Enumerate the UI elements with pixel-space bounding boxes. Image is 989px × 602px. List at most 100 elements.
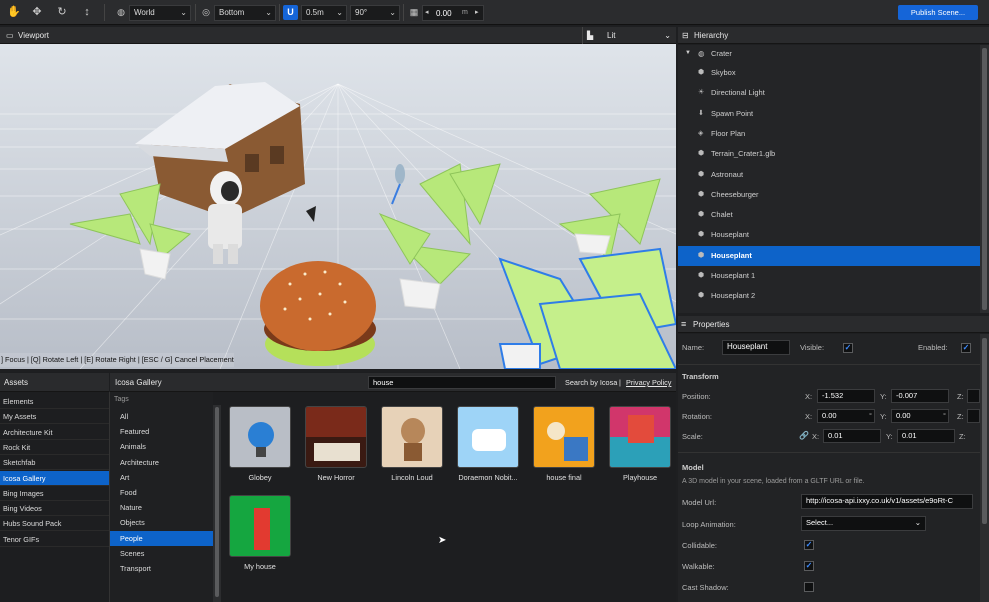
asset-thumbnail[interactable] bbox=[533, 406, 595, 468]
hierarchy-scrollbar[interactable] bbox=[980, 45, 989, 313]
asset-source-item[interactable]: Sketchfab bbox=[0, 455, 109, 471]
tag-item[interactable]: Animals bbox=[110, 439, 213, 454]
tag-item[interactable]: Transport bbox=[110, 561, 213, 576]
pan-icon[interactable]: ✋ bbox=[6, 4, 22, 20]
pivot-dropdown[interactable]: Bottom ⌄ bbox=[214, 5, 276, 21]
tag-item[interactable]: People bbox=[110, 530, 213, 546]
loop-animation-dropdown[interactable]: Select... ⌄ bbox=[801, 516, 926, 531]
render-mode-dropdown[interactable]: Lit ⌄ bbox=[603, 28, 675, 43]
properties-scrollbar[interactable] bbox=[980, 334, 989, 602]
tag-item[interactable]: Featured bbox=[110, 424, 213, 439]
render-mode-value: Lit bbox=[607, 31, 616, 40]
hierarchy-root[interactable]: ▼ ◍ Crater bbox=[678, 45, 980, 62]
asset-title[interactable]: Lincoln Loud bbox=[372, 473, 452, 482]
position-z-input[interactable] bbox=[967, 389, 980, 403]
viewport-hint: ] Focus | [Q] Rotate Left | [E] Rotate R… bbox=[0, 353, 234, 367]
asset-source-item[interactable]: Bing Videos bbox=[0, 501, 109, 517]
snap-distance-dropdown[interactable]: 0.5m ⌄ bbox=[301, 5, 347, 21]
walkable-checkbox[interactable]: ✓ bbox=[804, 561, 814, 571]
position-y-input[interactable]: -0.007 bbox=[891, 389, 949, 403]
rotation-x-input[interactable]: 0.00 ° bbox=[817, 409, 875, 423]
rotation-y-input[interactable]: 0.00 ° bbox=[891, 409, 949, 423]
hierarchy-item[interactable]: ⬢ Astronaut bbox=[678, 165, 980, 185]
snap-toggle-icon[interactable]: U bbox=[283, 5, 298, 20]
asset-search-input[interactable]: house bbox=[368, 376, 556, 389]
scale-y-input[interactable]: 0.01 bbox=[897, 429, 955, 443]
publish-button[interactable]: Publish Scene... bbox=[898, 5, 978, 20]
collidable-checkbox[interactable]: ✓ bbox=[804, 540, 814, 550]
hierarchy-item[interactable]: ⬢ Chalet bbox=[678, 205, 980, 225]
menu-icon: ≡ bbox=[681, 319, 687, 329]
scale-icon[interactable]: ↕ bbox=[79, 4, 95, 20]
hierarchy-item[interactable]: ☀ Directional Light bbox=[678, 83, 980, 103]
hierarchy-item[interactable]: ⬢ Houseplant bbox=[678, 245, 980, 266]
space-dropdown[interactable]: World ⌄ bbox=[129, 5, 191, 21]
asset-thumbnail[interactable] bbox=[609, 406, 671, 468]
tag-item[interactable]: All bbox=[110, 409, 213, 424]
asset-source-item[interactable]: Architecture Kit bbox=[0, 425, 109, 440]
asset-thumbnail[interactable] bbox=[381, 406, 443, 468]
scale-x-input[interactable]: 0.01 bbox=[823, 429, 881, 443]
cast-shadow-checkbox[interactable] bbox=[804, 582, 814, 592]
asset-title[interactable]: New Horror bbox=[296, 473, 376, 482]
asset-source-item[interactable]: Tenor GIFs bbox=[0, 532, 109, 547]
visible-checkbox[interactable]: ✓ bbox=[843, 343, 853, 353]
chevron-right-icon[interactable]: ▸ bbox=[475, 8, 479, 16]
viewport-header: ▭ Viewport ▙ Lit ⌄ bbox=[0, 27, 676, 44]
rotation-label: Rotation: bbox=[682, 412, 713, 421]
enabled-checkbox[interactable]: ✓ bbox=[961, 343, 971, 353]
hierarchy-item[interactable]: ⬢ Skybox bbox=[678, 63, 980, 83]
asset-title[interactable]: house final bbox=[524, 473, 604, 482]
tag-item[interactable]: Objects bbox=[110, 515, 213, 530]
tag-item[interactable]: Scenes bbox=[110, 546, 213, 561]
name-input[interactable]: Houseplant bbox=[722, 340, 790, 355]
asset-title[interactable]: Doraemon Nobit... bbox=[448, 473, 528, 482]
link-icon[interactable]: 🔗 bbox=[799, 431, 809, 440]
rotate-icon[interactable]: ↻ bbox=[54, 4, 70, 20]
asset-thumbnail[interactable] bbox=[305, 406, 367, 468]
chevron-left-icon[interactable]: ◂ bbox=[425, 8, 429, 16]
hierarchy-item[interactable]: ⬢ Houseplant bbox=[678, 225, 980, 245]
asset-source-item[interactable]: Icosa Gallery bbox=[0, 470, 109, 486]
asset-thumbnail[interactable] bbox=[229, 406, 291, 468]
grid-height-stepper[interactable]: ◂ 0.00 m ▸ bbox=[422, 5, 484, 21]
scroll-thumb[interactable] bbox=[215, 407, 219, 597]
rotation-z-input[interactable] bbox=[967, 409, 980, 423]
asset-title[interactable]: Globey bbox=[220, 473, 300, 482]
hierarchy-item[interactable]: ⬢ Terrain_Crater1.glb bbox=[678, 144, 980, 164]
hierarchy-item[interactable]: ⬇ Spawn Point bbox=[678, 104, 980, 124]
caret-down-icon[interactable]: ▼ bbox=[685, 45, 691, 62]
scroll-thumb[interactable] bbox=[982, 48, 987, 310]
asset-source-item[interactable]: My Assets bbox=[0, 409, 109, 425]
tags-scrollbar[interactable] bbox=[213, 405, 221, 602]
privacy-policy-link[interactable]: Privacy Policy bbox=[626, 374, 671, 391]
asset-thumbnail[interactable] bbox=[457, 406, 519, 468]
hierarchy-item-label: Houseplant bbox=[711, 230, 749, 240]
tag-item[interactable]: Architecture bbox=[110, 455, 213, 470]
hierarchy-item[interactable]: ⬢ Cheeseburger bbox=[678, 185, 980, 205]
model-icon: ⬢ bbox=[698, 292, 705, 300]
scene-viewport[interactable]: ] Focus | [Q] Rotate Left | [E] Rotate R… bbox=[0, 44, 676, 369]
hierarchy-item[interactable]: ⬢ Houseplant 2 bbox=[678, 286, 980, 306]
grid-icon[interactable]: ▦ bbox=[406, 4, 422, 20]
asset-title[interactable]: Playhouse bbox=[600, 473, 680, 482]
tag-item[interactable]: Food bbox=[110, 485, 213, 500]
tag-item[interactable]: Art bbox=[110, 470, 213, 485]
asset-source-item[interactable]: Hubs Sound Pack bbox=[0, 516, 109, 532]
model-url-input[interactable]: http://icosa-api.ixxy.co.uk/v1/assets/e9… bbox=[801, 494, 973, 509]
hierarchy-item[interactable]: ⬢ Houseplant 1 bbox=[678, 266, 980, 286]
snap-angle-dropdown[interactable]: 90° ⌄ bbox=[350, 5, 400, 21]
move-icon[interactable]: ✥ bbox=[29, 4, 45, 20]
hierarchy-item[interactable]: ◈ Floor Plan bbox=[678, 124, 980, 144]
position-x-input[interactable]: -1.532 bbox=[817, 389, 875, 403]
stats-icon[interactable]: ▙ bbox=[587, 27, 593, 44]
asset-source-item[interactable]: Bing Images bbox=[0, 486, 109, 501]
tag-item[interactable]: Nature bbox=[110, 500, 213, 515]
asset-source-item[interactable]: Rock Kit bbox=[0, 440, 109, 455]
asset-title[interactable]: My house bbox=[220, 562, 300, 571]
asset-thumbnail[interactable] bbox=[229, 495, 291, 557]
scroll-thumb[interactable] bbox=[982, 338, 987, 524]
enabled-label: Enabled: bbox=[918, 343, 948, 352]
asset-source-item[interactable]: Elements bbox=[0, 394, 109, 409]
grid-height-value[interactable]: 0.00 bbox=[436, 9, 452, 18]
